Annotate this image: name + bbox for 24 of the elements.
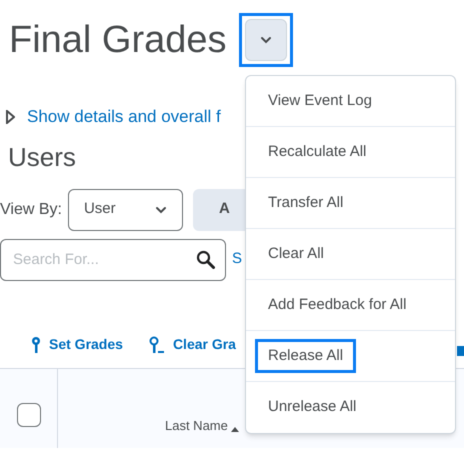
column-header[interactable]: Last Name xyxy=(165,416,228,436)
menu-item[interactable]: Add Feedback for All xyxy=(255,288,420,322)
page-title: Final Grades xyxy=(9,21,227,59)
section-title: Users xyxy=(8,144,76,170)
expand-triangle-icon[interactable] xyxy=(5,110,15,124)
select-all-checkbox[interactable] xyxy=(16,403,40,427)
toolbar-link[interactable]: Set Grades xyxy=(49,334,123,355)
chevron-down-icon xyxy=(154,206,167,214)
menu-item[interactable]: Recalculate All xyxy=(255,134,380,170)
show-details-link[interactable]: Show details and overall f xyxy=(27,104,221,130)
menu-item[interactable]: View Event Log xyxy=(255,84,385,118)
toolbar-link[interactable]: Clear Gra xyxy=(172,334,236,355)
view-by-label: View By: xyxy=(0,200,62,220)
menu-item[interactable]: Release All xyxy=(255,338,356,374)
search-options-link[interactable]: S xyxy=(232,248,242,271)
search-icon[interactable] xyxy=(196,250,215,268)
menu-item[interactable]: Transfer All xyxy=(255,186,356,220)
menu-item[interactable]: Unrelease All xyxy=(255,390,370,425)
key-icon xyxy=(31,336,41,354)
menu-item[interactable]: Clear All xyxy=(255,236,337,272)
key-minus-icon xyxy=(148,336,165,354)
chevron-down-icon xyxy=(260,36,272,44)
view-by-select[interactable]: User xyxy=(68,188,183,230)
search-field[interactable]: Search For... xyxy=(0,238,226,280)
